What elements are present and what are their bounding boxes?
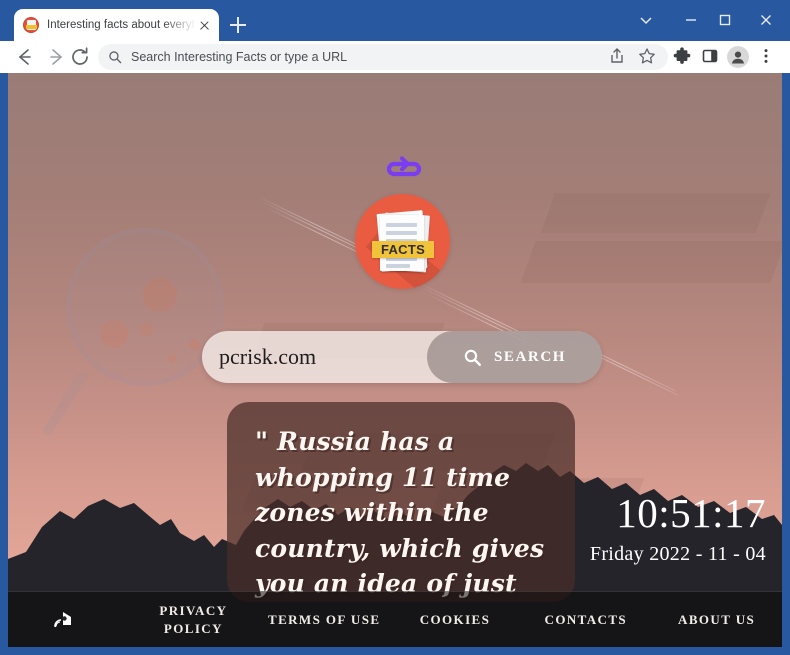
logo-text-line xyxy=(386,223,417,227)
page-footer: PRIVACY POLICY TERMS OF USE COOKIES CONT… xyxy=(8,591,782,647)
facts-logo[interactable]: FACTS xyxy=(355,194,450,289)
address-bar-placeholder: Search Interesting Facts or type a URL xyxy=(131,50,348,64)
clock-time: 10:51:17 xyxy=(616,490,766,536)
watermark-dot xyxy=(100,320,128,348)
search-input[interactable]: pcrisk.com xyxy=(202,344,427,370)
search-button-label: SEARCH xyxy=(493,348,567,365)
watermark-shape xyxy=(520,241,782,283)
facts-logo-icon xyxy=(23,17,39,33)
chevron-down-icon[interactable] xyxy=(631,6,661,34)
search-icon xyxy=(464,349,481,366)
profile-avatar-icon[interactable] xyxy=(727,46,749,68)
logo-facts-banner-label: FACTS xyxy=(380,242,426,257)
search-button[interactable]: SEARCH xyxy=(427,331,602,383)
reload-icon[interactable] xyxy=(68,45,92,69)
forward-arrow-icon[interactable] xyxy=(45,45,69,69)
webpage-content: FACTS pcrisk.com SEARCH " Russia has a w… xyxy=(8,73,782,647)
plus-icon[interactable] xyxy=(228,15,248,35)
watermark-dot xyxy=(143,278,177,312)
clock-widget: 10:51:17 Friday 2022 - 11 - 04 xyxy=(590,493,766,566)
repeat-loop-icon[interactable] xyxy=(380,156,428,182)
footer-link-terms-of-use[interactable]: TERMS OF USE xyxy=(259,611,390,629)
minimize-icon[interactable] xyxy=(676,6,706,34)
watermark-dot xyxy=(168,354,177,363)
logo-text-line xyxy=(386,264,410,268)
fact-quote-text: " Russia has a whopping 11 time zones wi… xyxy=(255,427,545,598)
watermark-dot xyxy=(189,339,200,350)
puzzle-piece-icon[interactable] xyxy=(672,46,694,68)
browser-toolbar: Search Interesting Facts or type a URL xyxy=(0,41,790,73)
site-search-bar: pcrisk.com SEARCH xyxy=(202,331,602,383)
footer-link-contacts[interactable]: CONTACTS xyxy=(520,611,651,629)
fact-quote-box: " Russia has a whopping 11 time zones wi… xyxy=(227,402,575,602)
star-icon[interactable] xyxy=(637,46,659,68)
browser-window: Interesting facts about everything xyxy=(0,0,790,655)
back-arrow-icon[interactable] xyxy=(12,45,36,69)
tab-title: Interesting facts about everything xyxy=(47,19,196,31)
maximize-icon[interactable] xyxy=(710,6,740,34)
logo-facts-banner: FACTS xyxy=(372,241,434,258)
search-icon xyxy=(109,51,122,64)
watermark-magnifier xyxy=(66,228,224,386)
footer-links: PRIVACY POLICY TERMS OF USE COOKIES CONT… xyxy=(128,592,782,647)
browser-tab[interactable]: Interesting facts about everything xyxy=(14,9,219,41)
footer-link-cookies[interactable]: COOKIES xyxy=(390,611,521,629)
footer-link-about-us[interactable]: ABOUT US xyxy=(651,611,782,629)
close-icon[interactable] xyxy=(196,17,212,33)
watermark-dot xyxy=(140,323,153,336)
three-dot-menu-icon[interactable] xyxy=(756,46,778,68)
clock-date: Friday 2022 - 11 - 04 xyxy=(589,543,766,565)
watermark-shape xyxy=(540,193,771,233)
share-icon[interactable] xyxy=(607,46,629,68)
footer-link-privacy-policy[interactable]: PRIVACY POLICY xyxy=(128,602,259,637)
logo-text-line xyxy=(386,231,417,235)
close-icon[interactable] xyxy=(751,6,781,34)
tab-strip: Interesting facts about everything xyxy=(0,0,790,41)
side-panel-icon[interactable] xyxy=(700,46,722,68)
address-bar[interactable]: Search Interesting Facts or type a URL xyxy=(98,44,668,70)
footer-site-logo-icon[interactable] xyxy=(52,608,74,630)
